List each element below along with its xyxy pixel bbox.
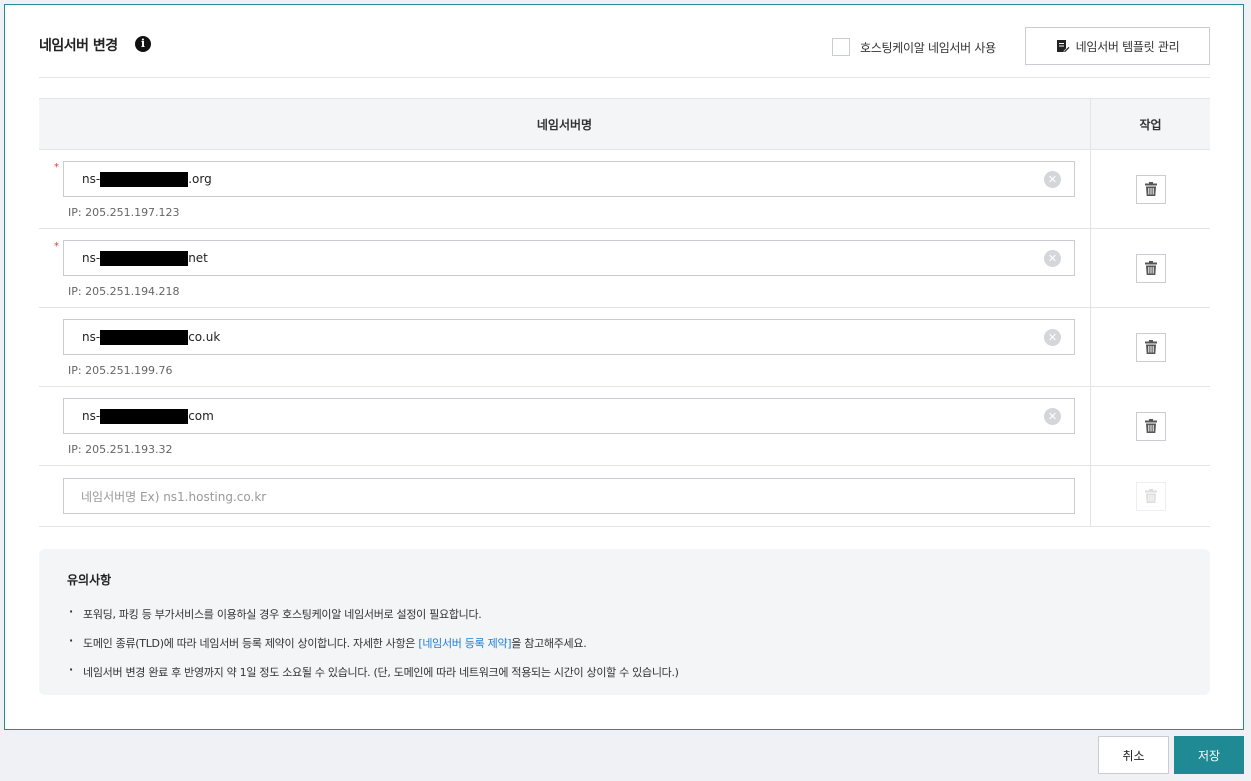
trash-icon — [1144, 340, 1157, 354]
ip-address: IP: 205.251.197.123 — [68, 206, 180, 219]
redacted-block — [100, 329, 189, 345]
nameserver-input-4[interactable]: ns- com ✕ — [63, 398, 1075, 434]
notice-item: 네임서버 변경 완료 후 반영까지 약 1일 정도 소요될 수 있습니다. (단… — [67, 663, 1182, 680]
notice-list: 포워딩, 파킹 등 부가서비스를 이용하실 경우 호스팅케이알 네임서버로 설정… — [67, 605, 1182, 680]
table-row: * ns- net ✕ IP: 205.251.194.218 — [39, 229, 1210, 308]
action-cell — [1091, 387, 1210, 465]
nameserver-input-2[interactable]: ns- net ✕ — [63, 240, 1075, 276]
nameserver-restriction-link[interactable]: [네임서버 등록 제약] — [418, 637, 511, 650]
nameserver-cell: * ns- net ✕ IP: 205.251.194.218 — [39, 229, 1091, 307]
nameserver-cell: * ns- .org ✕ IP: 205.251.197.123 — [39, 150, 1091, 228]
notice-item: 도메인 종류(TLD)에 따라 네임서버 등록 제약이 상이합니다. 자세한 사… — [67, 634, 1182, 651]
redacted-block — [100, 408, 189, 424]
trash-icon — [1144, 489, 1157, 503]
clear-icon[interactable]: ✕ — [1044, 408, 1061, 425]
trash-icon — [1144, 261, 1157, 275]
table-row: ns- com ✕ IP: 205.251.193.32 — [39, 387, 1210, 466]
nameserver-table: 네임서버명 작업 * ns- .org ✕ IP: 205.251.197.12… — [39, 98, 1210, 527]
required-mark: * — [54, 241, 59, 252]
column-header-action: 작업 — [1139, 117, 1162, 132]
required-mark: * — [54, 162, 59, 173]
table-header: 네임서버명 작업 — [39, 98, 1210, 150]
panel-header: 네임서버 변경 i 호스팅케이알 네임서버 사용 네임서버 템플릿 관리 — [39, 5, 1210, 78]
edit-document-icon — [1056, 40, 1070, 53]
cancel-button[interactable]: 취소 — [1098, 736, 1169, 774]
template-manage-button[interactable]: 네임서버 템플릿 관리 — [1025, 27, 1210, 65]
redacted-block — [100, 250, 189, 266]
nameserver-suffix: com — [188, 409, 214, 423]
save-button[interactable]: 저장 — [1174, 736, 1244, 774]
nameserver-prefix: ns- — [82, 409, 101, 423]
hosting-nameserver-option[interactable]: 호스팅케이알 네임서버 사용 — [832, 38, 996, 56]
action-cell — [1091, 229, 1210, 307]
delete-button[interactable] — [1135, 332, 1166, 362]
ip-address: IP: 205.251.199.76 — [68, 364, 173, 377]
table-row: * ns- .org ✕ IP: 205.251.197.123 — [39, 150, 1210, 229]
action-cell — [1091, 150, 1210, 228]
nameserver-prefix: ns- — [82, 251, 101, 265]
nameserver-panel: 네임서버 변경 i 호스팅케이알 네임서버 사용 네임서버 템플릿 관리 네임서… — [4, 4, 1244, 730]
nameserver-prefix: ns- — [82, 330, 101, 344]
nameserver-cell: ns- co.uk ✕ IP: 205.251.199.76 — [39, 308, 1091, 386]
nameserver-cell: ns- com ✕ IP: 205.251.193.32 — [39, 387, 1091, 465]
nameserver-suffix: co.uk — [188, 330, 221, 344]
clear-icon[interactable]: ✕ — [1044, 250, 1061, 267]
ip-address: IP: 205.251.193.32 — [68, 443, 173, 456]
hosting-nameserver-checkbox-label: 호스팅케이알 네임서버 사용 — [860, 40, 996, 55]
template-manage-label: 네임서버 템플릿 관리 — [1075, 39, 1180, 54]
notice-item: 포워딩, 파킹 등 부가서비스를 이용하실 경우 호스팅케이알 네임서버로 설정… — [67, 605, 1182, 622]
page-title: 네임서버 변경 — [39, 38, 118, 54]
action-cell — [1091, 466, 1210, 526]
new-nameserver-input[interactable]: 네임서버명 Ex) ns1.hosting.co.kr — [63, 478, 1075, 514]
table-row-new: 네임서버명 Ex) ns1.hosting.co.kr — [39, 466, 1210, 527]
delete-button[interactable] — [1135, 253, 1166, 283]
notice-text: 을 참고해주세요. — [511, 637, 587, 650]
delete-button[interactable] — [1135, 174, 1166, 204]
table-row: ns- co.uk ✕ IP: 205.251.199.76 — [39, 308, 1210, 387]
nameserver-prefix: ns- — [82, 172, 101, 186]
notice-text: 도메인 종류(TLD)에 따라 네임서버 등록 제약이 상이합니다. 자세한 사… — [83, 637, 419, 650]
nameserver-input-1[interactable]: ns- .org ✕ — [63, 161, 1075, 197]
nameserver-cell: 네임서버명 Ex) ns1.hosting.co.kr — [39, 466, 1091, 526]
delete-button[interactable] — [1135, 411, 1166, 441]
nameserver-suffix: .org — [188, 172, 212, 186]
redacted-block — [100, 171, 189, 187]
notice-title: 유의사항 — [67, 573, 112, 587]
clear-icon[interactable]: ✕ — [1044, 329, 1061, 346]
hosting-nameserver-checkbox[interactable] — [832, 38, 850, 56]
nameserver-suffix: net — [188, 251, 208, 265]
ip-address: IP: 205.251.194.218 — [68, 285, 180, 298]
clear-icon[interactable]: ✕ — [1044, 171, 1061, 188]
trash-icon — [1144, 182, 1157, 196]
info-icon[interactable]: i — [135, 36, 151, 52]
delete-button-disabled — [1135, 481, 1166, 511]
notice-box: 유의사항 포워딩, 파킹 등 부가서비스를 이용하실 경우 호스팅케이알 네임서… — [39, 549, 1210, 695]
nameserver-input-3[interactable]: ns- co.uk ✕ — [63, 319, 1075, 355]
action-cell — [1091, 308, 1210, 386]
trash-icon — [1144, 419, 1157, 433]
new-nameserver-placeholder: 네임서버명 Ex) ns1.hosting.co.kr — [81, 489, 267, 504]
column-header-name: 네임서버명 — [39, 99, 1091, 149]
